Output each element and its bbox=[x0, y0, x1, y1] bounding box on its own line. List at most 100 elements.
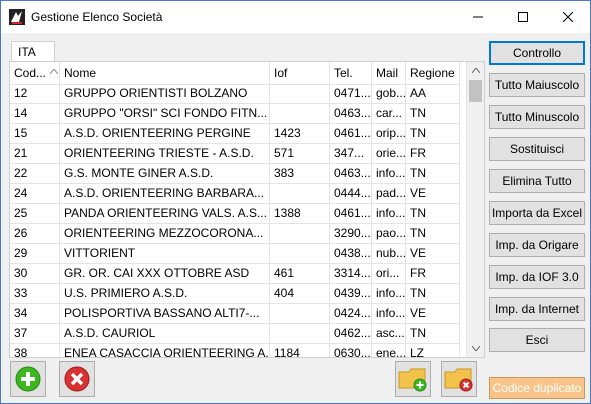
cell-region[interactable]: TN bbox=[406, 324, 460, 343]
table-row[interactable]: 26 ORIENTEERING MEZZOCORONA... 3290... pao.… bbox=[10, 224, 460, 244]
cell-name[interactable]: GRUPPO "ORSI" SCI FONDO FITN... bbox=[60, 104, 270, 123]
cell-mail[interactable]: ori... bbox=[372, 264, 406, 283]
folder-delete-button[interactable] bbox=[441, 361, 477, 397]
cell-code[interactable]: 38 bbox=[10, 344, 60, 357]
vertical-scrollbar[interactable] bbox=[466, 62, 484, 357]
cell-code[interactable]: 25 bbox=[10, 204, 60, 223]
cell-region[interactable]: FR bbox=[406, 144, 460, 163]
folder-add-button[interactable] bbox=[395, 361, 431, 397]
cell-mail[interactable]: info... bbox=[372, 164, 406, 183]
cell-code[interactable]: 30 bbox=[10, 264, 60, 283]
cell-mail[interactable]: info... bbox=[372, 284, 406, 303]
cell-region[interactable]: TN bbox=[406, 204, 460, 223]
cell-mail[interactable]: gob... bbox=[372, 84, 406, 103]
cell-iof[interactable]: 571 bbox=[270, 144, 330, 163]
cell-tel[interactable]: 3314... bbox=[330, 264, 372, 283]
cell-mail[interactable]: info... bbox=[372, 204, 406, 223]
cell-tel[interactable]: 0424... bbox=[330, 304, 372, 323]
cell-name[interactable]: A.S.D. ORIENTEERING BARBARA... bbox=[60, 184, 270, 203]
cell-region[interactable]: FR bbox=[406, 264, 460, 283]
add-button[interactable] bbox=[10, 361, 46, 397]
table-row[interactable]: 33 U.S. PRIMIERO A.S.D. 404 0439... info... T… bbox=[10, 284, 460, 304]
cell-mail[interactable]: orip... bbox=[372, 124, 406, 143]
cell-code[interactable]: 33 bbox=[10, 284, 60, 303]
cell-name[interactable]: POLISPORTIVA BASSANO ALTI7-... bbox=[60, 304, 270, 323]
column-header-region[interactable]: Regione bbox=[406, 62, 460, 84]
cell-code[interactable]: 29 bbox=[10, 244, 60, 263]
cell-name[interactable]: VITTORIENT bbox=[60, 244, 270, 263]
column-header-tel[interactable]: Tel. bbox=[330, 62, 372, 84]
cell-region[interactable]: VE bbox=[406, 304, 460, 323]
cell-code[interactable]: 14 bbox=[10, 104, 60, 123]
cell-code[interactable]: 22 bbox=[10, 164, 60, 183]
cell-mail[interactable]: nub... bbox=[372, 244, 406, 263]
cell-iof[interactable] bbox=[270, 84, 330, 103]
controllo-button[interactable]: Controllo bbox=[489, 41, 585, 65]
cell-tel[interactable]: 0463... bbox=[330, 104, 372, 123]
cell-tel[interactable]: 0461... bbox=[330, 124, 372, 143]
scroll-down-button[interactable] bbox=[467, 340, 484, 357]
tutto-minuscolo-button[interactable]: Tutto Minuscolo bbox=[489, 105, 585, 129]
importa-da-excel-button[interactable]: Importa da Excel bbox=[489, 201, 585, 225]
cell-iof[interactable] bbox=[270, 104, 330, 123]
cell-iof[interactable] bbox=[270, 184, 330, 203]
cell-mail[interactable]: info... bbox=[372, 304, 406, 323]
table-row[interactable]: 15 A.S.D. ORIENTEERING PERGINE 1423 0461...… bbox=[10, 124, 460, 144]
column-header-name[interactable]: Nome bbox=[60, 62, 270, 84]
cell-mail[interactable]: pad... bbox=[372, 184, 406, 203]
cell-mail[interactable]: pao... bbox=[372, 224, 406, 243]
cell-mail[interactable]: orie... bbox=[372, 144, 406, 163]
duplicate-code-button[interactable]: Codice duplicato bbox=[489, 377, 585, 399]
table-row[interactable]: 14 GRUPPO "ORSI" SCI FONDO FITN... 0463...… bbox=[10, 104, 460, 124]
cell-region[interactable]: AA bbox=[406, 84, 460, 103]
cell-region[interactable]: TN bbox=[406, 224, 460, 243]
cell-code[interactable]: 34 bbox=[10, 304, 60, 323]
table-row[interactable]: 30 GR. OR. CAI XXX OTTOBRE ASD 461 3314... o… bbox=[10, 264, 460, 284]
cell-name[interactable]: G.S. MONTE GINER A.S.D. bbox=[60, 164, 270, 183]
cell-name[interactable]: U.S. PRIMIERO A.S.D. bbox=[60, 284, 270, 303]
cell-mail[interactable]: ene... bbox=[372, 344, 406, 357]
cell-code[interactable]: 37 bbox=[10, 324, 60, 343]
cell-code[interactable]: 26 bbox=[10, 224, 60, 243]
cell-iof[interactable]: 461 bbox=[270, 264, 330, 283]
cell-iof[interactable]: 1423 bbox=[270, 124, 330, 143]
cell-tel[interactable]: 3290... bbox=[330, 224, 372, 243]
cell-region[interactable]: TN bbox=[406, 284, 460, 303]
cell-iof[interactable]: 1184 bbox=[270, 344, 330, 357]
cell-iof[interactable] bbox=[270, 304, 330, 323]
delete-button[interactable] bbox=[59, 361, 95, 397]
minimize-button[interactable] bbox=[455, 1, 500, 33]
societies-grid[interactable]: Cod... Nome Iof Tel. Mail Regione 12 GRUP… bbox=[10, 62, 466, 357]
cell-code[interactable]: 24 bbox=[10, 184, 60, 203]
imp-da-internet-button[interactable]: Imp. da Internet bbox=[489, 297, 585, 321]
cell-name[interactable]: A.S.D. ORIENTEERING PERGINE bbox=[60, 124, 270, 143]
column-header-code[interactable]: Cod... bbox=[10, 62, 60, 84]
tutto-maiuscolo-button[interactable]: Tutto Maiuscolo bbox=[489, 73, 585, 97]
cell-tel[interactable]: 0462... bbox=[330, 324, 372, 343]
cell-tel[interactable]: 0630... bbox=[330, 344, 372, 357]
cell-name[interactable]: PANDA ORIENTEERING VALS. A.S... bbox=[60, 204, 270, 223]
table-row[interactable]: 25 PANDA ORIENTEERING VALS. A.S... 1388 046… bbox=[10, 204, 460, 224]
tab-ita[interactable]: ITA bbox=[11, 41, 55, 61]
cell-iof[interactable] bbox=[270, 324, 330, 343]
cell-tel[interactable]: 0461... bbox=[330, 204, 372, 223]
cell-iof[interactable]: 1388 bbox=[270, 204, 330, 223]
cell-iof[interactable] bbox=[270, 244, 330, 263]
cell-region[interactable]: TN bbox=[406, 104, 460, 123]
cell-mail[interactable]: asc... bbox=[372, 324, 406, 343]
sostituisci-button[interactable]: Sostituisci bbox=[489, 137, 585, 161]
table-row[interactable]: 22 G.S. MONTE GINER A.S.D. 383 0463... info.… bbox=[10, 164, 460, 184]
elimina-tutto-button[interactable]: Elimina Tutto bbox=[489, 169, 585, 193]
cell-tel[interactable]: 0471... bbox=[330, 84, 372, 103]
table-row[interactable]: 12 GRUPPO ORIENTISTI BOLZANO 0471... gob...… bbox=[10, 84, 460, 104]
cell-tel[interactable]: 0463... bbox=[330, 164, 372, 183]
imp-da-iof-3-0-button[interactable]: Imp. da IOF 3.0 bbox=[489, 265, 585, 289]
cell-iof[interactable]: 383 bbox=[270, 164, 330, 183]
table-row[interactable]: 29 VITTORIENT 0438... nub... VE bbox=[10, 244, 460, 264]
maximize-button[interactable] bbox=[500, 1, 545, 33]
cell-iof[interactable]: 404 bbox=[270, 284, 330, 303]
cell-name[interactable]: GR. OR. CAI XXX OTTOBRE ASD bbox=[60, 264, 270, 283]
cell-name[interactable]: ORIENTEERING TRIESTE - A.S.D. bbox=[60, 144, 270, 163]
table-row[interactable]: 38 ENEA CASACCIA ORIENTEERING A... 1184 063… bbox=[10, 344, 460, 357]
cell-name[interactable]: A.S.D. CAURIOL bbox=[60, 324, 270, 343]
